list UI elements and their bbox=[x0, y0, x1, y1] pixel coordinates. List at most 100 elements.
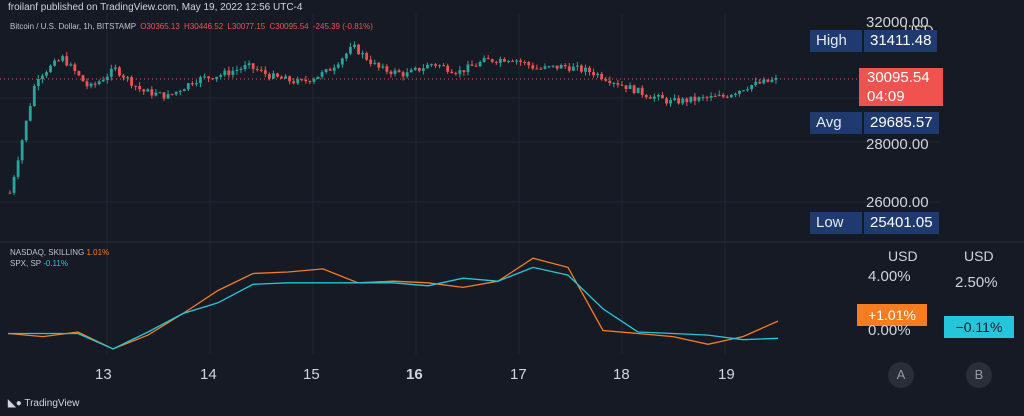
candle-body bbox=[365, 53, 369, 60]
candle-body bbox=[482, 58, 486, 63]
last-price-value: 30095.54 bbox=[867, 69, 930, 86]
candle-body bbox=[409, 69, 413, 73]
candle-body bbox=[336, 64, 340, 68]
x-tick-13: 13 bbox=[95, 366, 112, 383]
candle-body bbox=[551, 65, 555, 67]
scale-a-currency: USD bbox=[888, 248, 918, 264]
candle-body bbox=[154, 92, 158, 96]
candle-body bbox=[190, 83, 194, 85]
candle-body bbox=[118, 67, 121, 76]
candle-body bbox=[470, 64, 474, 66]
candle-body bbox=[207, 76, 210, 79]
candle-body bbox=[288, 76, 292, 82]
candle-body bbox=[122, 75, 125, 78]
candle-body bbox=[438, 65, 441, 67]
x-tick-14: 14 bbox=[200, 366, 217, 383]
candle-body bbox=[742, 90, 745, 92]
candle-body bbox=[421, 68, 425, 71]
candle-body bbox=[316, 76, 320, 79]
candle-body bbox=[450, 71, 454, 74]
candle-body bbox=[446, 65, 450, 72]
candle-body bbox=[353, 44, 356, 47]
candle-body bbox=[685, 98, 689, 103]
candle-body bbox=[616, 83, 620, 85]
candle-body bbox=[344, 53, 348, 59]
candle-body bbox=[705, 97, 709, 99]
x-tick-18: 18 bbox=[613, 366, 630, 383]
candle-body bbox=[235, 69, 239, 71]
candle-body bbox=[138, 86, 142, 90]
candle-body bbox=[300, 79, 304, 81]
candle-body bbox=[126, 77, 129, 79]
candle-body bbox=[588, 67, 591, 73]
candle-body bbox=[721, 94, 725, 97]
candle-body bbox=[474, 65, 478, 67]
candle-body bbox=[186, 83, 190, 90]
avg-label: Avg bbox=[810, 112, 862, 134]
candle-body bbox=[677, 98, 681, 104]
candle-body bbox=[620, 84, 624, 86]
nasdaq-series-line bbox=[7, 257, 779, 350]
candle-body bbox=[559, 65, 563, 69]
candle-body bbox=[231, 70, 235, 75]
candle-body bbox=[89, 83, 93, 87]
scale-b-button[interactable]: B bbox=[966, 362, 992, 388]
candle-body bbox=[373, 62, 377, 64]
candle-body bbox=[571, 66, 575, 71]
candle-body bbox=[142, 89, 146, 92]
candle-body bbox=[644, 95, 648, 98]
spx-series-line bbox=[8, 266, 779, 350]
candle-body bbox=[77, 71, 81, 76]
candle-body bbox=[8, 192, 12, 194]
last-price-badge: 30095.54 04:09 bbox=[859, 68, 943, 106]
candle-body bbox=[280, 76, 283, 79]
nasdaq-label: NASDAQ, SKILLING bbox=[10, 248, 85, 257]
price-tick-28000: 28000.00 bbox=[866, 136, 929, 153]
candle-body bbox=[547, 66, 551, 68]
candle-body bbox=[523, 61, 527, 63]
candle-body bbox=[434, 64, 437, 66]
candle-body bbox=[211, 78, 215, 80]
candlestick-series bbox=[8, 41, 778, 196]
candle-body bbox=[41, 75, 44, 80]
candle-body bbox=[640, 87, 644, 96]
candle-body bbox=[276, 73, 279, 77]
x-tick-16: 16 bbox=[406, 366, 423, 383]
candle-body bbox=[340, 58, 344, 65]
candle-body bbox=[377, 62, 381, 68]
candle-body bbox=[243, 65, 247, 69]
scale-a-button[interactable]: A bbox=[888, 362, 914, 388]
candle-body bbox=[312, 78, 316, 82]
candle-body bbox=[762, 79, 766, 84]
candle-body bbox=[693, 96, 697, 101]
candle-body bbox=[486, 58, 490, 60]
candle-body bbox=[195, 83, 198, 85]
candle-body bbox=[490, 59, 494, 62]
candle-body bbox=[709, 95, 713, 98]
candle-body bbox=[608, 80, 612, 84]
candle-body bbox=[393, 70, 397, 75]
candle-body bbox=[81, 75, 85, 82]
candle-body bbox=[430, 64, 433, 66]
candle-body bbox=[28, 106, 32, 121]
candle-body bbox=[543, 66, 547, 69]
scale-a-tick-top: 4.00% bbox=[868, 268, 911, 285]
chart-screen: froilanf published on TradingView.com, M… bbox=[0, 0, 1024, 416]
candle-body bbox=[134, 85, 138, 87]
candle-body bbox=[697, 97, 701, 101]
candle-body bbox=[109, 68, 113, 77]
candle-body bbox=[426, 64, 429, 69]
candle-body bbox=[612, 83, 616, 85]
candle-body bbox=[442, 65, 446, 67]
published-text: froilanf published on TradingView.com, M… bbox=[8, 2, 303, 13]
candle-body bbox=[397, 70, 401, 73]
candle-body bbox=[219, 75, 223, 77]
footer-brand: TradingView bbox=[24, 398, 80, 409]
candle-body bbox=[292, 81, 296, 84]
candle-body bbox=[178, 91, 182, 93]
candle-body bbox=[417, 67, 421, 71]
price-tick-26000: 26000.00 bbox=[866, 194, 929, 211]
candle-body bbox=[255, 68, 259, 70]
candle-body bbox=[725, 96, 729, 98]
candle-body bbox=[36, 79, 40, 86]
